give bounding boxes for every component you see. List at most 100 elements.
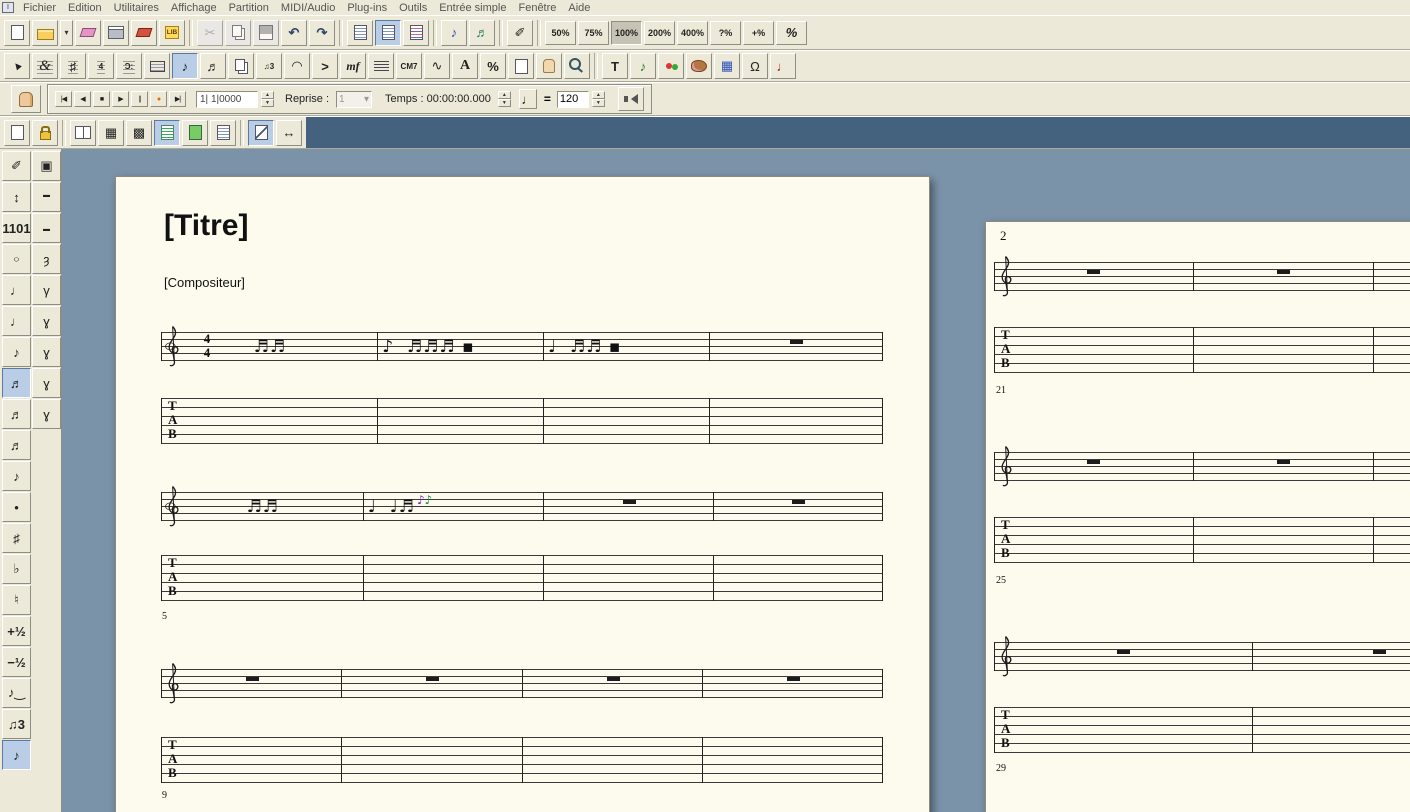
annotate-button[interactable]: ✐ xyxy=(507,20,533,46)
play-button[interactable]: ▶ xyxy=(112,91,129,107)
chord-tool-button[interactable]: CM7 xyxy=(396,53,422,79)
pause-button[interactable]: ∥ xyxy=(131,91,148,107)
smartmusic-button[interactable]: ♬ xyxy=(469,20,495,46)
library-button[interactable]: LIB xyxy=(159,20,185,46)
tuner-button[interactable]: Ω xyxy=(742,53,768,79)
spinner-down-icon[interactable]: ▼ xyxy=(498,99,511,107)
skip-to-end-button[interactable]: ▶| xyxy=(169,91,186,107)
se-sixteenth-note-tool[interactable]: ♬ xyxy=(2,368,31,398)
stop-button[interactable]: ■ xyxy=(93,91,110,107)
menu-item[interactable]: Partition xyxy=(223,1,275,15)
se-check-tool[interactable]: ▣ xyxy=(32,151,61,181)
tab-measure[interactable] xyxy=(995,327,1194,373)
key-signature-tool-button[interactable]: ♯ xyxy=(60,53,86,79)
system-3-tab[interactable]: TAB xyxy=(161,737,883,783)
green-lines-button[interactable] xyxy=(154,120,180,146)
open-recent-dropdown[interactable]: ▾ xyxy=(60,20,73,46)
zoom-200-button[interactable]: 200% xyxy=(644,21,675,45)
fruit-colors-button[interactable] xyxy=(658,53,684,79)
se-sharp-tool[interactable]: ♯ xyxy=(2,523,31,553)
text-tool-button[interactable]: A xyxy=(452,53,478,79)
tab-measure[interactable] xyxy=(1253,707,1410,753)
tempo-note-button[interactable]: ♩ xyxy=(519,89,537,109)
tab-measure[interactable] xyxy=(162,737,342,783)
undo-button[interactable]: ↶ xyxy=(281,20,307,46)
toolbar-button[interactable] xyxy=(537,20,541,46)
zoom-percent-button[interactable]: % xyxy=(776,21,807,45)
tab-measure[interactable] xyxy=(544,398,710,444)
tab-measure[interactable] xyxy=(1194,327,1374,373)
tab-measure[interactable] xyxy=(162,555,364,601)
lock-systems-button[interactable] xyxy=(32,120,58,146)
toolbar-button[interactable] xyxy=(189,20,193,46)
score-composer[interactable]: [Compositeur] xyxy=(164,275,245,290)
zoom-100-button[interactable]: 100% xyxy=(611,21,642,45)
menu-item[interactable]: MIDI/Audio xyxy=(275,1,341,15)
green-page-button[interactable] xyxy=(182,120,208,146)
shape-tool-button[interactable]: ∿ xyxy=(424,53,450,79)
menu-item[interactable]: Edition xyxy=(62,1,108,15)
view-button[interactable] xyxy=(62,120,66,146)
selection-tool-button[interactable]: ▲ xyxy=(4,53,30,79)
speedy-thumb-button[interactable] xyxy=(11,85,41,113)
tool-button[interactable] xyxy=(594,53,598,79)
midi-note-button[interactable]: ♪ xyxy=(630,53,656,79)
se-thirtysecond-note-tool[interactable]: ♬ xyxy=(2,399,31,429)
measure[interactable] xyxy=(544,492,713,521)
tuplet-tool-button[interactable]: ♫3 xyxy=(256,53,282,79)
tab-measure[interactable] xyxy=(364,555,544,601)
cut-button[interactable]: ✂ xyxy=(197,20,223,46)
clef-tool-button[interactable]: & xyxy=(32,53,58,79)
score-canvas[interactable]: [Titre] [Compositeur] 44 ○ xyxy=(62,149,1410,812)
menu-item[interactable]: Fichier xyxy=(17,1,62,15)
score-page-2[interactable]: 2 xyxy=(985,221,1410,812)
system-2-staff[interactable]: ○ ♬♬ ♩ ♩♬ ♪♪ xyxy=(161,492,883,521)
staff-tool-button[interactable] xyxy=(368,53,394,79)
se-quarter-rest-tool[interactable]: ȝ xyxy=(32,244,61,274)
zoom-custom-button[interactable]: ?% xyxy=(710,21,741,45)
tab-measure[interactable] xyxy=(1194,517,1374,563)
se-eraser-tool[interactable]: ✐ xyxy=(2,151,31,181)
se-half-step-up-tool[interactable]: +½ xyxy=(2,616,31,646)
measure[interactable]: ○ ♬♬ xyxy=(162,332,378,361)
diagonal-page-button[interactable] xyxy=(248,120,274,146)
repeat-tool-button[interactable]: % xyxy=(480,53,506,79)
measure[interactable]: ♪ ♬♬♬ ▪ xyxy=(378,332,544,361)
se-grace-note-tool[interactable]: ♪ xyxy=(2,461,31,491)
skip-to-start-button[interactable]: |◀ xyxy=(55,91,72,107)
menu-item[interactable]: Outils xyxy=(393,1,433,15)
facing-pages-button[interactable] xyxy=(70,120,96,146)
time-signature-tool-button[interactable]: 4 xyxy=(88,53,114,79)
system-25-staff[interactable] xyxy=(994,452,1410,481)
system-29-staff[interactable] xyxy=(994,642,1410,671)
tab-measure[interactable] xyxy=(162,398,378,444)
se-tie-tool[interactable]: ♪‿ xyxy=(2,678,31,708)
page-format-button[interactable] xyxy=(4,120,30,146)
ruler-tool-button[interactable]: T xyxy=(602,53,628,79)
spinner-up-icon[interactable]: ▲ xyxy=(261,91,274,99)
system-1-staff[interactable]: 44 ○ ♬♬ ♪ ♬♬♬ xyxy=(161,332,883,361)
tab-measure[interactable] xyxy=(1374,327,1410,373)
se-quarter-note-tool[interactable]: ♩ xyxy=(2,306,31,336)
smartshape-tool-button[interactable]: ◠ xyxy=(284,53,310,79)
mixer-button[interactable]: ▦ xyxy=(714,53,740,79)
measure[interactable]: ♩ ♩♬ ♪♪ xyxy=(364,492,544,521)
se-whole-rest-tool[interactable]: ▬ xyxy=(32,182,61,212)
system-21-staff[interactable] xyxy=(994,262,1410,291)
tab-measure[interactable] xyxy=(378,398,544,444)
system-21-tab[interactable]: TAB xyxy=(994,327,1410,373)
measure[interactable] xyxy=(1194,262,1374,291)
se-sixtyfourth-note-tool[interactable]: ♬ xyxy=(2,430,31,460)
se-half-rest-tool[interactable]: ▬ xyxy=(32,213,61,243)
menu-item[interactable]: Utilitaires xyxy=(108,1,165,15)
system-29-tab[interactable]: TAB xyxy=(994,707,1410,753)
measure-tool-button[interactable] xyxy=(144,53,170,79)
grid-button[interactable]: ▦ xyxy=(98,120,124,146)
counter-spinner[interactable]: ▲ ▼ xyxy=(261,91,274,107)
menu-item[interactable]: Affichage xyxy=(165,1,223,15)
copy-button[interactable] xyxy=(225,20,251,46)
measure-spacing-button[interactable]: ↔ xyxy=(276,120,302,146)
measure[interactable] xyxy=(1194,452,1374,481)
tab-measure[interactable] xyxy=(1374,517,1410,563)
se-sixtyfourth-rest-tool[interactable]: ɣ xyxy=(32,368,61,398)
